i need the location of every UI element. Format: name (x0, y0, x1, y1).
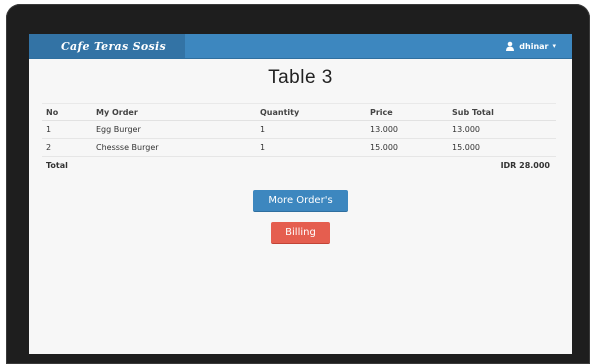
user-icon (506, 41, 515, 51)
cell-subtotal: 13.000 (448, 120, 556, 139)
navbar: Cafe Teras Sosis dhinar ▾ (29, 34, 572, 59)
table-header-row: No My Order Quantity Price Sub Total (42, 103, 556, 121)
cell-price: 13.000 (366, 120, 448, 139)
column-header-price: Price (366, 103, 448, 121)
cell-quantity: 1 (256, 120, 366, 139)
column-header-my-order: My Order (92, 103, 256, 121)
app-screen: Cafe Teras Sosis dhinar ▾ Table 3 No My … (29, 34, 572, 354)
page-title: Table 3 (268, 67, 333, 88)
total-label: Total (46, 161, 68, 170)
cell-no: 1 (42, 120, 92, 139)
more-orders-button[interactable]: More Order's (253, 190, 348, 212)
column-header-quantity: Quantity (256, 103, 366, 121)
table-row: 2 Chessse Burger 1 15.000 15.000 (42, 138, 556, 157)
cell-order: Egg Burger (92, 120, 256, 139)
orders-table: No My Order Quantity Price Sub Total 1 E… (42, 103, 556, 174)
chevron-down-icon: ▾ (552, 42, 556, 50)
user-menu[interactable]: dhinar ▾ (505, 41, 572, 51)
cell-quantity: 1 (256, 138, 366, 157)
brand-logo[interactable]: Cafe Teras Sosis (29, 34, 185, 58)
total-row: Total IDR 28.000 (42, 157, 556, 175)
billing-button[interactable]: Billing (271, 222, 330, 244)
user-name: dhinar (519, 41, 549, 51)
total-value: IDR 28.000 (500, 161, 550, 170)
cell-subtotal: 15.000 (448, 138, 556, 157)
column-header-no: No (42, 103, 92, 121)
cell-price: 15.000 (366, 138, 448, 157)
cell-order: Chessse Burger (92, 138, 256, 157)
table-row: 1 Egg Burger 1 13.000 13.000 (42, 120, 556, 139)
column-header-sub-total: Sub Total (448, 103, 556, 121)
action-buttons: More Order's Billing (29, 190, 572, 244)
cell-no: 2 (42, 138, 92, 157)
